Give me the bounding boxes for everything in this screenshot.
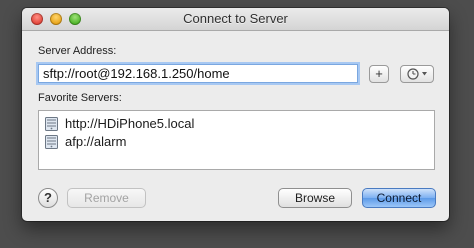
favorite-servers-list[interactable]: http://HDiPhone5.local afp://alarm (38, 110, 435, 170)
favorite-server-text: afp://alarm (65, 134, 127, 149)
connect-button[interactable]: Connect (362, 188, 436, 208)
clock-icon (407, 68, 427, 80)
remove-button[interactable]: Remove (67, 188, 146, 208)
favorite-server-text: http://HDiPhone5.local (65, 116, 195, 131)
server-icon (45, 117, 58, 131)
server-icon (45, 135, 58, 149)
server-address-label: Server Address: (38, 45, 117, 57)
list-item[interactable]: http://HDiPhone5.local (45, 116, 425, 132)
favorite-servers-label: Favorite Servers: (38, 92, 122, 104)
title-bar[interactable]: Connect to Server (22, 8, 449, 31)
add-favorite-button[interactable]: + (369, 65, 389, 83)
plus-icon: + (375, 66, 383, 81)
connect-to-server-window: Connect to Server Server Address: + Favo… (22, 8, 449, 221)
recent-servers-button[interactable] (400, 65, 434, 83)
window-title: Connect to Server (183, 11, 288, 26)
browse-button[interactable]: Browse (278, 188, 352, 208)
help-button[interactable]: ? (38, 188, 58, 208)
server-address-input[interactable] (38, 64, 358, 83)
list-item[interactable]: afp://alarm (45, 134, 425, 150)
